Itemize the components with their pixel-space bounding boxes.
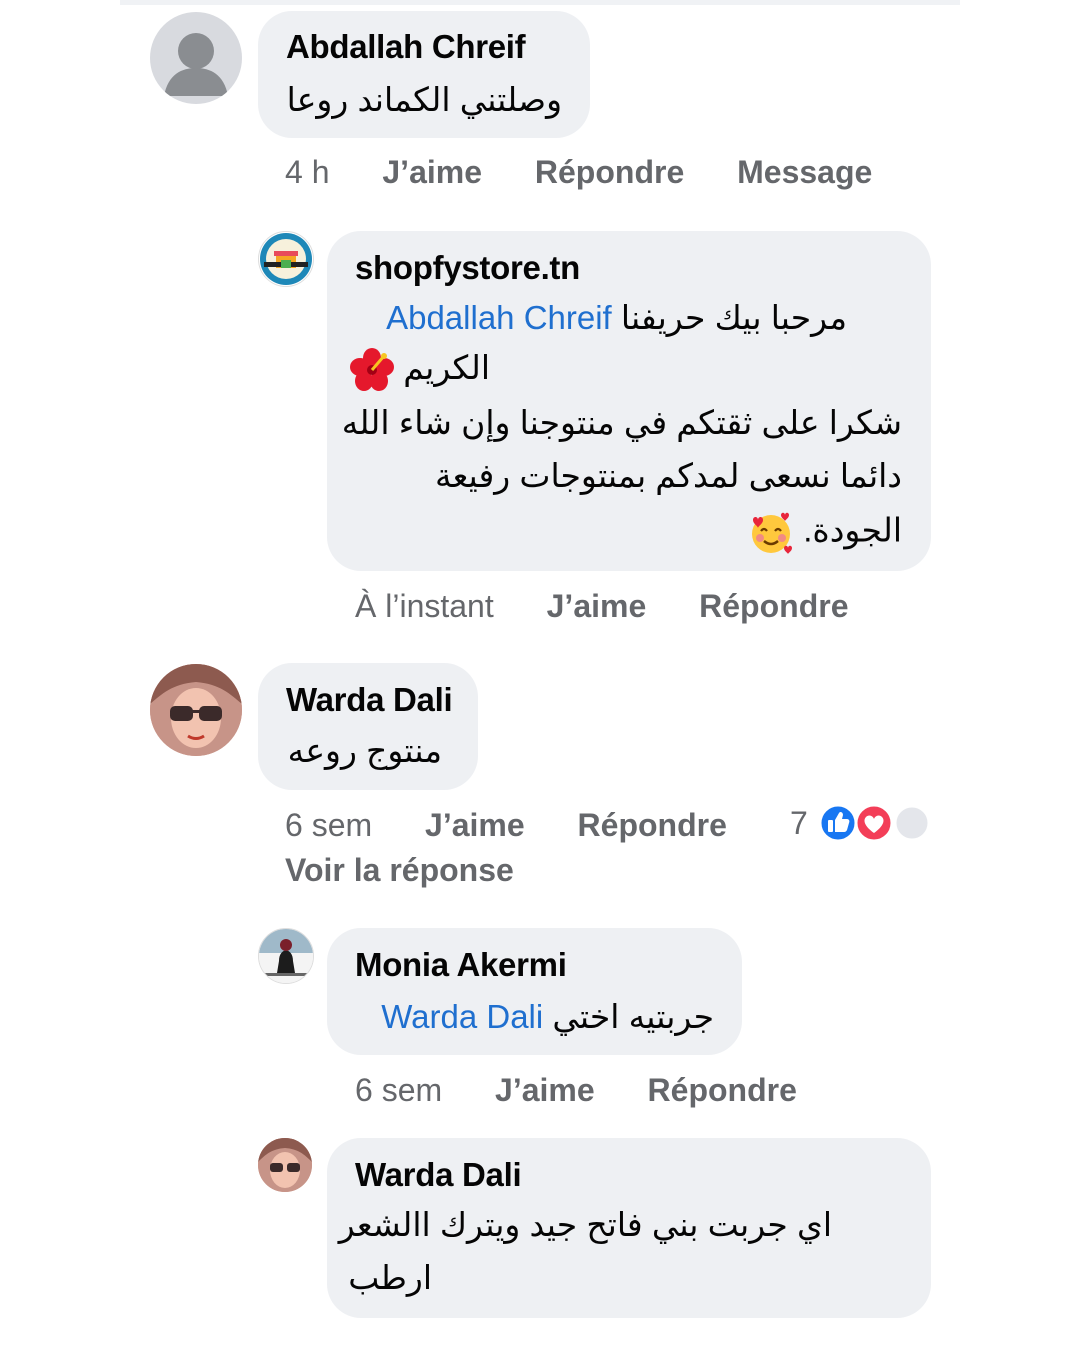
avatar[interactable]	[150, 12, 242, 104]
avatar[interactable]	[258, 928, 314, 984]
reaction-icons[interactable]	[816, 802, 934, 844]
comment-actions: 6 sem J’aime Répondre	[355, 1072, 797, 1109]
comment-text-line: جربتيه اختي Warda Dali	[381, 997, 714, 1036]
comment-text: مرحبا بيك حريفنا	[620, 299, 847, 336]
reaction-summary[interactable]: 7	[790, 805, 808, 842]
comment-text: الكريم	[403, 349, 490, 386]
comment-actions: 4 h J’aime Répondre Message	[285, 154, 872, 191]
user-photo-icon	[150, 664, 242, 756]
user-photo-icon	[258, 1138, 312, 1192]
reaction-placeholder-icon	[893, 804, 931, 842]
comment-text: جربتيه اختي	[552, 998, 714, 1035]
comment-author[interactable]: Warda Dali	[355, 1156, 522, 1194]
like-button[interactable]: J’aime	[425, 807, 525, 843]
comment-text: اي جربت بني فاتح جيد ويترك االشعر	[338, 1206, 832, 1243]
avatar[interactable]	[258, 1138, 312, 1192]
view-replies-label[interactable]: Voir la réponse	[285, 852, 514, 888]
comment-text: وصلتني الكماند روعا	[286, 81, 562, 118]
message-button[interactable]: Message	[737, 154, 872, 190]
reply-button[interactable]: Répondre	[699, 588, 848, 624]
comment-text-line: الكريم	[350, 348, 490, 392]
comment-text-line: الجودة.	[748, 510, 902, 556]
comment-text: الجودة.	[803, 511, 902, 549]
comment-timestamp[interactable]: 4 h	[285, 154, 329, 190]
reply-button[interactable]: Répondre	[535, 154, 684, 190]
like-reaction-icon	[818, 803, 858, 843]
user-mention[interactable]: Warda Dali	[381, 998, 543, 1035]
comment-actions: 6 sem J’aime Répondre	[285, 807, 727, 844]
user-mention[interactable]: Abdallah Chreif	[386, 299, 612, 336]
reply-button[interactable]: Répondre	[648, 1072, 797, 1108]
like-button[interactable]: J’aime	[495, 1072, 595, 1108]
reply-button[interactable]: Répondre	[578, 807, 727, 843]
user-photo-icon	[259, 929, 313, 983]
view-replies-link[interactable]: Voir la réponse	[285, 852, 514, 889]
hibiscus-icon	[350, 348, 395, 392]
comment-author[interactable]: Monia Akermi	[355, 946, 567, 984]
reaction-count: 7	[790, 805, 808, 841]
comment-timestamp[interactable]: 6 sem	[285, 807, 372, 843]
comment-timestamp[interactable]: À l’instant	[355, 588, 494, 624]
comment-text: دائما نسعى لمدكم بمنتوجات رفيعة	[434, 457, 902, 494]
avatar[interactable]	[150, 664, 242, 756]
love-reaction-icon	[854, 803, 894, 843]
comment-text-line: مرحبا بيك حريفنا Abdallah Chreif	[386, 298, 847, 337]
divider	[120, 0, 960, 5]
avatar[interactable]	[258, 231, 314, 287]
store-logo-icon	[260, 233, 312, 285]
like-button[interactable]: J’aime	[382, 154, 482, 190]
like-button[interactable]: J’aime	[547, 588, 647, 624]
comment-timestamp[interactable]: 6 sem	[355, 1072, 442, 1108]
comment-actions: À l’instant J’aime Répondre	[355, 588, 848, 625]
comment-author[interactable]: shopfystore.tn	[355, 249, 580, 287]
default-user-icon	[164, 33, 228, 96]
comment-author[interactable]: Abdallah Chreif	[286, 28, 526, 66]
comment-text: منتوج روعه	[287, 732, 442, 769]
smiling-face-with-hearts-icon	[752, 512, 793, 554]
comment-text: شكرا على ثقتكم في منتوجنا وإن شاء الله	[341, 404, 902, 441]
comment-author[interactable]: Warda Dali	[286, 681, 453, 719]
comment-text: ارطب	[348, 1259, 432, 1296]
